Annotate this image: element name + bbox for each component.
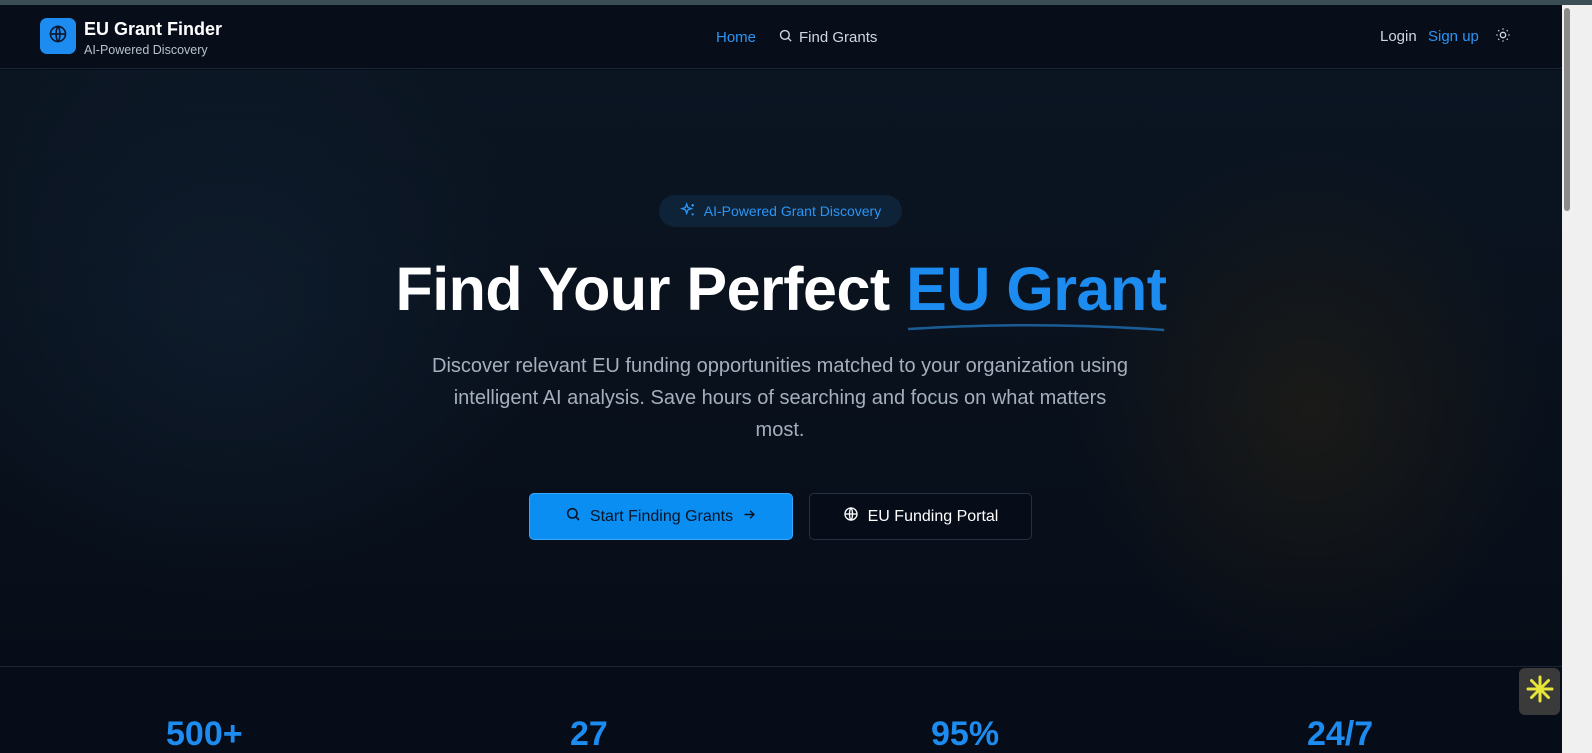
stat-value: 24/7 [1307,715,1374,753]
headline-plain: Find Your Perfect [395,255,890,323]
hero-headline: Find Your Perfect EU Grant [0,254,1562,332]
eu-funding-portal-button[interactable]: EU Funding Portal [809,493,1032,540]
start-finding-grants-button[interactable]: Start Finding Grants [529,493,793,540]
asterisk-widget-icon [1525,674,1555,709]
eu-funding-portal-label: EU Funding Portal [867,507,999,525]
scrollbar-thumb[interactable] [1564,8,1570,211]
start-finding-grants-label: Start Finding Grants [589,507,734,525]
sparkles-icon [679,201,696,221]
search-icon [778,28,793,47]
hero-badge-label: AI-Powered Grant Discovery [703,203,882,219]
stat-value: 27 [570,715,608,753]
hero-description: Discover relevant EU funding opportuniti… [432,355,1128,441]
navbar: EU Grant Finder AI-Powered Discovery Hom… [0,5,1590,69]
headline-accent: EU Grant [906,255,1167,323]
brand-subtitle: AI-Powered Discovery [84,43,208,57]
theme-toggle-button[interactable] [1494,27,1512,48]
headline-accent-wrapper: EU Grant [906,254,1167,332]
arrow-right-icon [742,507,757,527]
globe-icon [48,24,68,49]
search-icon [565,506,581,527]
floating-widget-button[interactable] [1519,668,1560,715]
globe-icon [843,506,859,527]
nav-home-link[interactable]: Home [716,29,756,46]
hero-badge: AI-Powered Grant Discovery [659,195,902,227]
nav-find-grants-link[interactable]: Find Grants [778,28,877,47]
nav-find-grants-label: Find Grants [799,29,878,46]
logo[interactable] [40,18,76,54]
sun-icon [1495,27,1511,48]
brand-title[interactable]: EU Grant Finder [84,19,222,40]
stats-section: 500+ 27 95% 24/7 [0,666,1562,753]
stat-value: 500+ [166,715,243,753]
headline-underline [908,324,1165,332]
signup-link[interactable]: Sign up [1428,28,1479,45]
stat-value: 95% [931,715,1000,753]
login-link[interactable]: Login [1380,28,1417,45]
